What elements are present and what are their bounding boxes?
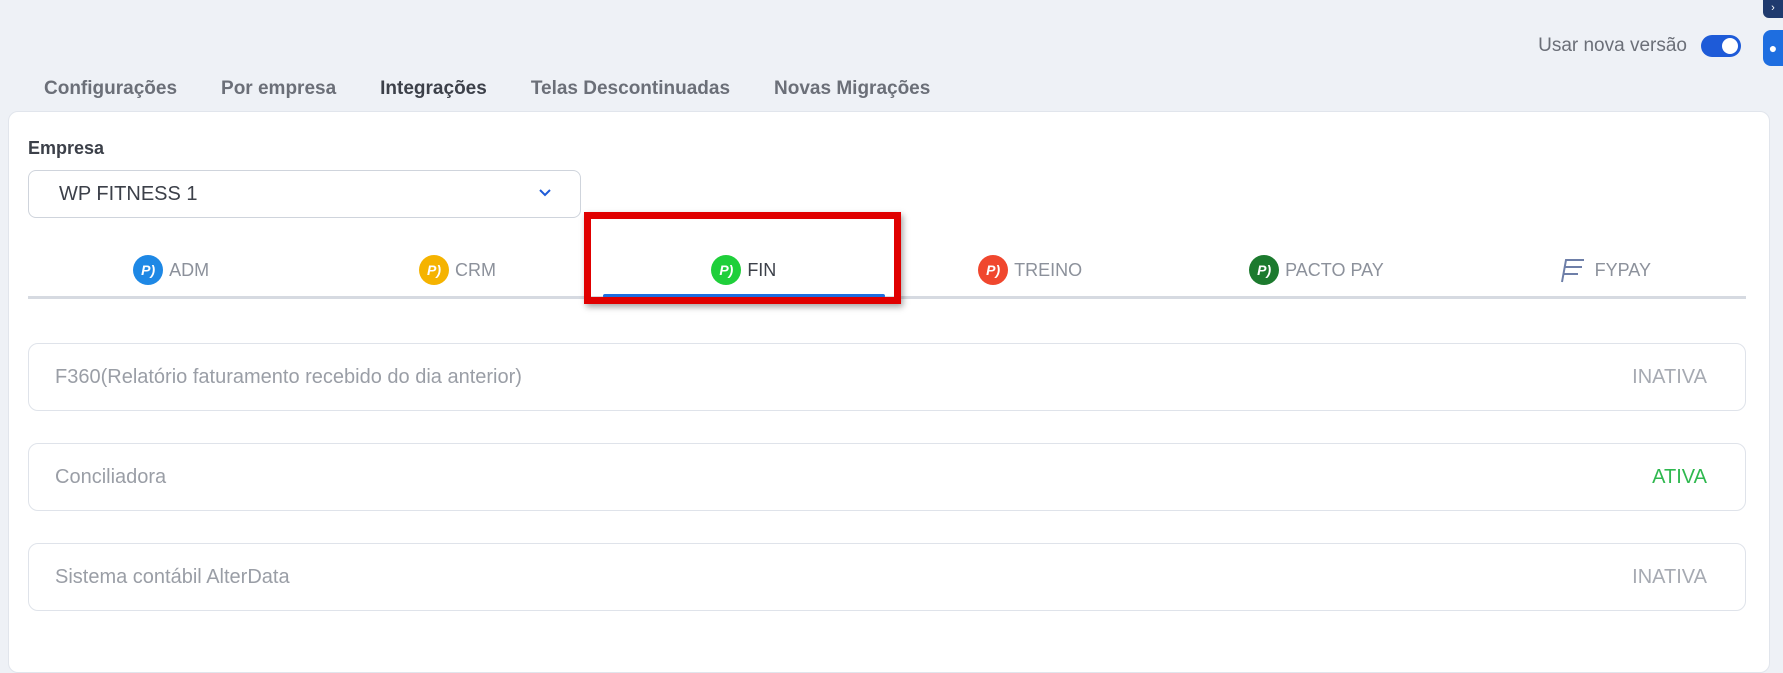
assistant-fab-icon[interactable]: ● <box>1763 30 1783 66</box>
module-tab-label: TREINO <box>1014 259 1083 280</box>
module-tab-treino[interactable]: P) TREINO <box>887 244 1173 296</box>
empresa-select[interactable]: WP FITNESS 1 <box>28 170 581 218</box>
pacto-pay-icon: P) <box>1249 255 1280 285</box>
corner-chip-icon[interactable]: › <box>1763 0 1783 18</box>
empresa-select-value: WP FITNESS 1 <box>59 182 198 205</box>
integration-item-alterdata[interactable]: Sistema contábil AlterData INATIVA <box>28 543 1746 611</box>
tab-novas-migracoes[interactable]: Novas Migrações <box>752 66 952 116</box>
empresa-label: Empresa <box>28 138 105 158</box>
module-tab-adm[interactable]: P) ADM <box>28 244 314 296</box>
status-badge: ATIVA <box>1652 465 1707 488</box>
tab-telas-descontinuadas[interactable]: Telas Descontinuadas <box>509 66 752 116</box>
module-tabs: P) ADM P) CRM P) FIN P) TREINO P) PACTO … <box>28 244 1746 299</box>
toggle-knob <box>1722 38 1738 54</box>
module-tab-fypay[interactable]: FYPAY <box>1460 244 1746 296</box>
module-tab-fin[interactable]: P) FIN <box>601 244 887 298</box>
module-tab-label: ADM <box>169 259 210 280</box>
chevron-down-icon <box>538 185 552 203</box>
page-tabs: Configurações Por empresa Integrações Te… <box>22 66 952 116</box>
integration-name: Conciliadora <box>55 465 167 488</box>
module-tab-label: FIN <box>747 259 777 280</box>
module-tab-crm[interactable]: P) CRM <box>314 244 600 296</box>
pacto-fin-icon: P) <box>711 255 742 285</box>
toggle-label: Usar nova versão <box>1538 35 1687 56</box>
new-version-toggle-group: Usar nova versão <box>1538 35 1741 57</box>
integration-name: F360(Relatório faturamento recebido do d… <box>55 365 522 388</box>
fypay-icon <box>1555 253 1589 287</box>
status-badge: INATIVA <box>1632 365 1707 388</box>
module-tab-label: PACTO PAY <box>1285 259 1384 280</box>
pacto-crm-icon: P) <box>418 255 449 285</box>
pacto-adm-icon: P) <box>133 255 164 285</box>
status-badge: INATIVA <box>1632 565 1707 588</box>
tab-integracoes[interactable]: Integrações <box>358 66 509 116</box>
module-tab-pacto-pay[interactable]: P) PACTO PAY <box>1173 244 1459 296</box>
tab-configuracoes[interactable]: Configurações <box>22 66 199 116</box>
module-tab-label: FYPAY <box>1594 259 1651 280</box>
pacto-treino-icon: P) <box>978 255 1009 285</box>
integration-name: Sistema contábil AlterData <box>55 565 290 588</box>
module-tab-label: CRM <box>454 259 496 280</box>
integration-item-f360[interactable]: F360(Relatório faturamento recebido do d… <box>28 343 1746 411</box>
tab-por-empresa[interactable]: Por empresa <box>199 66 358 116</box>
new-version-toggle[interactable] <box>1701 35 1741 57</box>
integration-item-conciliadora[interactable]: Conciliadora ATIVA <box>28 443 1746 511</box>
